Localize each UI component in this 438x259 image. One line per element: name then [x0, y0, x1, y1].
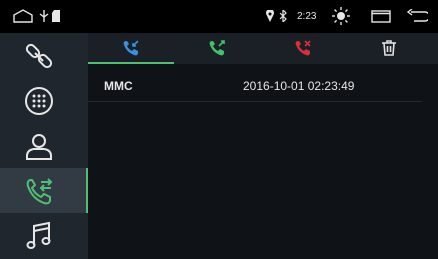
sidebar-item-link[interactable] — [0, 33, 88, 78]
sd-card-icon — [52, 10, 60, 22]
sidebar — [0, 33, 88, 259]
sidebar-item-call-log[interactable] — [0, 168, 88, 213]
call-log-panel: MMC 2016-10-01 02:23:49 — [88, 33, 438, 259]
sidebar-item-contacts[interactable] — [0, 123, 88, 168]
call-log-row[interactable]: MMC 2016-10-01 02:23:49 — [88, 71, 422, 102]
sidebar-item-music[interactable] — [0, 213, 88, 258]
bluetooth-icon — [279, 10, 287, 22]
home-outline-icon[interactable] — [12, 9, 34, 24]
status-time: 2:23 — [297, 11, 317, 22]
tab-delete[interactable] — [346, 33, 432, 64]
brightness-icon[interactable] — [331, 6, 351, 26]
location-icon — [266, 10, 274, 22]
tab-incoming[interactable] — [88, 33, 174, 64]
sidebar-item-dialpad[interactable] — [0, 78, 88, 123]
call-type-tabs — [88, 33, 438, 64]
back-icon[interactable] — [406, 9, 428, 24]
screen: 2:23 MMC 2016-10-01 02:23:49 — [0, 0, 438, 259]
tab-outgoing[interactable] — [174, 33, 260, 64]
call-datetime: 2016-10-01 02:23:49 — [243, 79, 355, 93]
usb-icon — [39, 10, 49, 23]
window-icon[interactable] — [371, 10, 391, 23]
caller-name: MMC — [104, 79, 133, 93]
tab-missed[interactable] — [260, 33, 346, 64]
status-bar: 2:23 — [0, 0, 438, 33]
